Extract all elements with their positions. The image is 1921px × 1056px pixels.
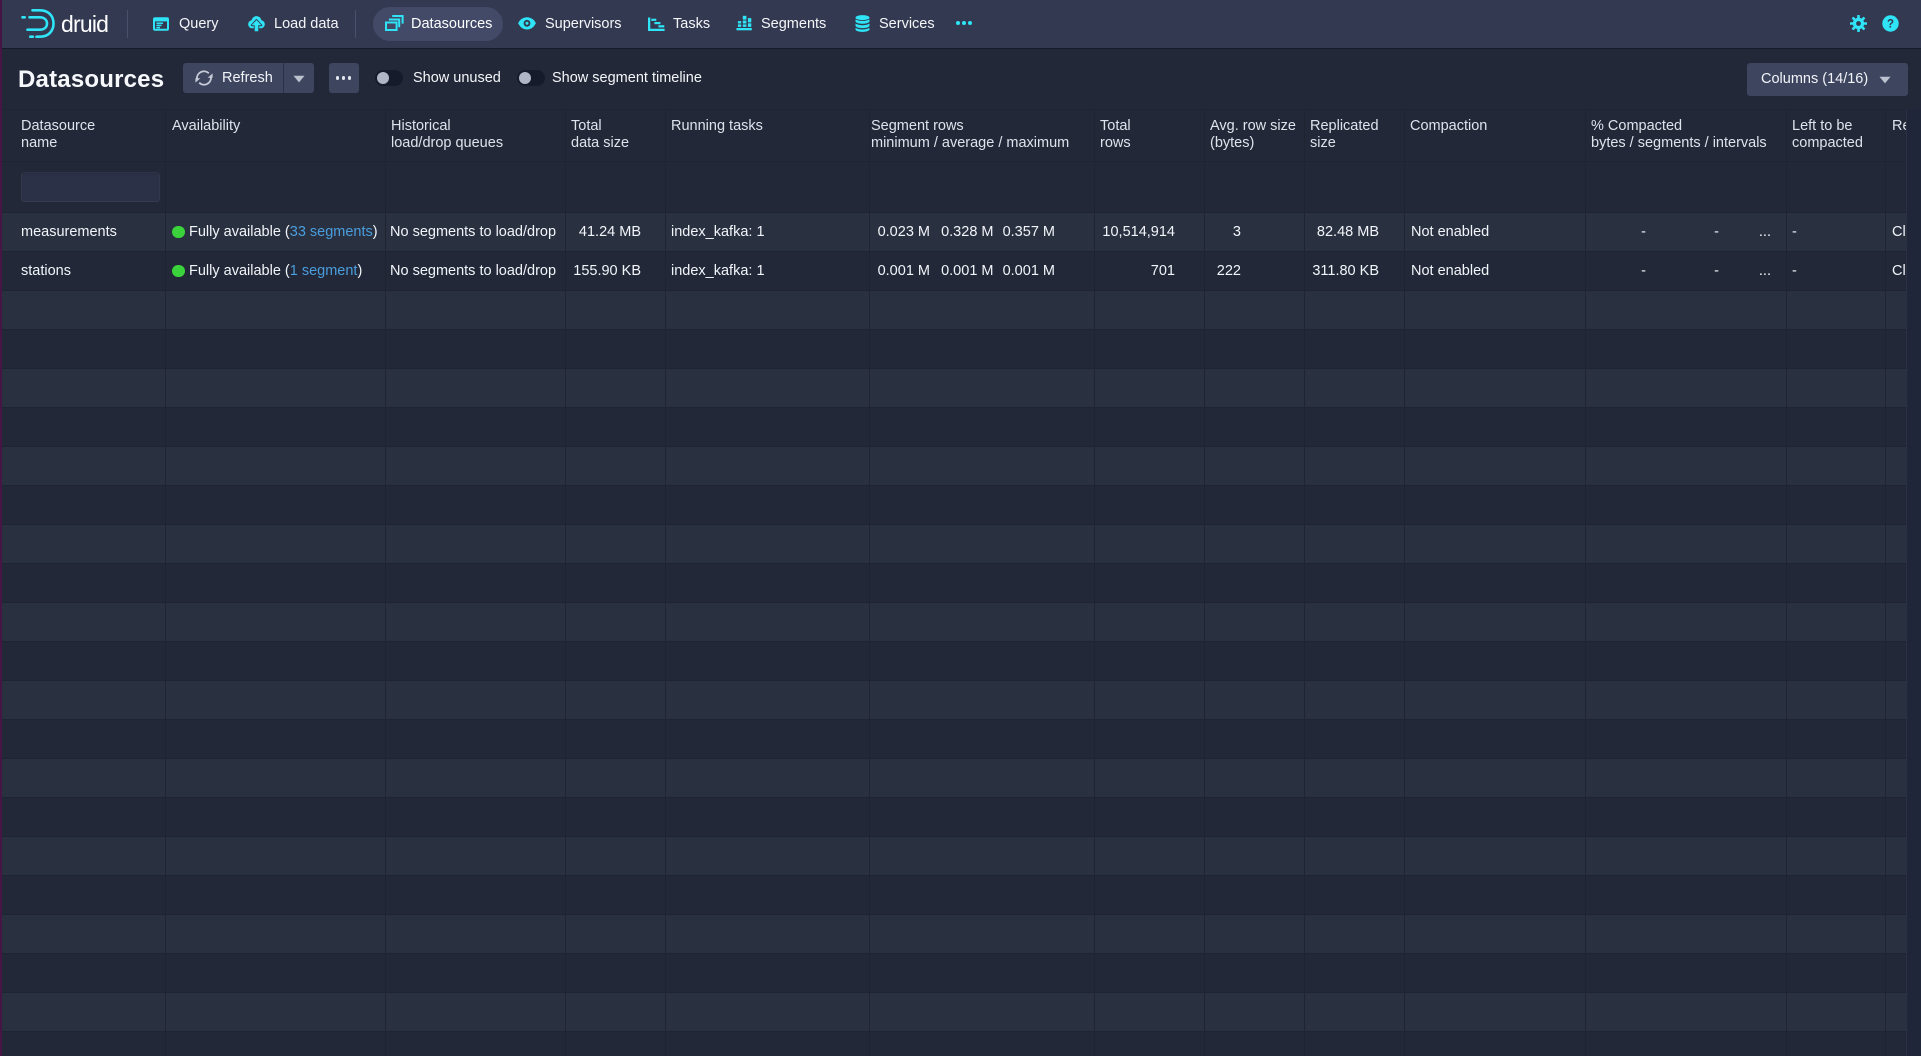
svg-text:?: ?	[1887, 19, 1894, 31]
